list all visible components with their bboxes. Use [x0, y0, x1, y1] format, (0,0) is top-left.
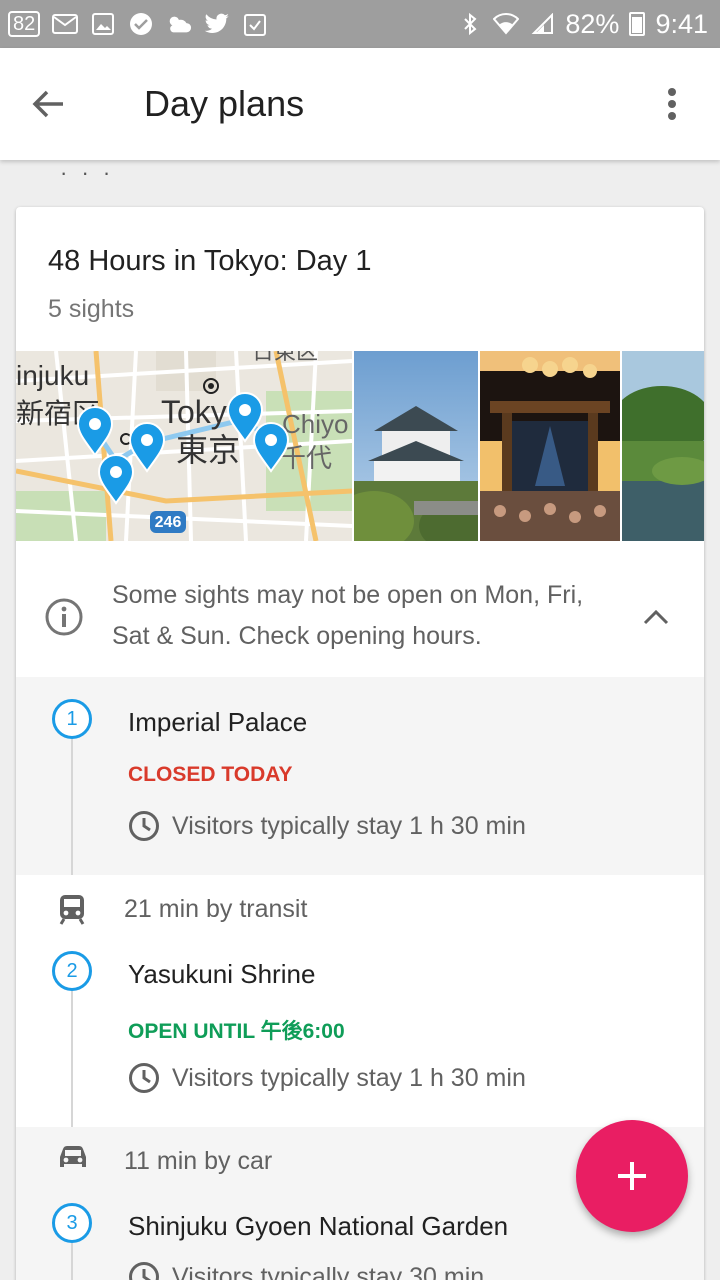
info-icon [44, 597, 84, 642]
image-icon [90, 13, 116, 35]
stop-status: CLOSED TODAY [128, 763, 293, 786]
stay-duration-text: Visitors typically stay 1 h 30 min [172, 1063, 526, 1092]
route-246-shield: 246 [155, 514, 182, 531]
stop-name: Imperial Palace [128, 707, 308, 737]
plus-icon [618, 1162, 646, 1190]
signal-icon [529, 13, 555, 35]
map-label-tokyo: Toky [161, 394, 227, 430]
map-graphic: injuku 新宿区 Toky 東京 Chiyo 千代 日東区 246 [16, 351, 352, 541]
photo-yasukuni-shrine[interactable] [480, 351, 620, 541]
transit-segment[interactable]: 21 min by transit [16, 875, 704, 945]
gmail-icon [52, 13, 79, 35]
arrow-back-icon [32, 90, 63, 118]
map-label-shinjuku: injuku [16, 360, 89, 391]
map-label-chiyoda-ja: 千代 [280, 444, 332, 474]
map-label-chiyoda: Chiyo [282, 409, 348, 439]
overflow-menu-button[interactable] [624, 48, 720, 160]
clock-icon [129, 1262, 159, 1280]
transit-text: 21 min by transit [124, 895, 308, 923]
back-button[interactable] [0, 48, 96, 160]
status-bar: 82 82% 9:41 [0, 0, 720, 48]
stop-status: OPEN UNTIL 午後6:00 [128, 1020, 345, 1043]
stop-name: Shinjuku Gyoen National Garden [128, 1211, 509, 1241]
stop-stay: Visitors typically stay 1 h 30 min [128, 1062, 526, 1094]
day-plan-title: 48 Hours in Tokyo: Day 1 [48, 245, 372, 277]
wifi-icon [493, 13, 520, 35]
photo-shinjuku-gyoen[interactable] [622, 351, 704, 541]
car-icon [58, 1145, 88, 1176]
check-circle-icon [128, 13, 154, 35]
photo-image [480, 351, 620, 541]
route-map[interactable]: injuku 新宿区 Toky 東京 Chiyo 千代 日東区 246 [16, 351, 352, 541]
map-label-tokyo-ja: 東京 [176, 431, 240, 469]
more-vert-icon [668, 88, 676, 120]
stay-duration-text: Visitors typically stay 1 h 30 min [172, 811, 526, 840]
stop-number-badge: 1 [52, 699, 92, 739]
sights-count: 5 sights [48, 295, 135, 323]
map-label-area-top: 日東区 [252, 351, 318, 365]
timeline-line [71, 1243, 73, 1280]
scrolled-content-peek: · · · [60, 160, 115, 185]
app-bar: Day plans [0, 48, 720, 160]
stay-duration-text: Visitors typically stay 30 min [172, 1262, 485, 1280]
stop-number-badge: 2 [52, 951, 92, 991]
twitter-icon [204, 13, 230, 35]
clock-icon [129, 811, 159, 841]
clock-time: 9:41 [655, 8, 708, 39]
add-sight-fab[interactable] [576, 1120, 688, 1232]
bluetooth-icon [457, 12, 483, 36]
train-icon [58, 893, 86, 930]
battery-icon [629, 12, 646, 36]
timeline-line [71, 739, 73, 875]
photo-image [622, 351, 704, 541]
notification-count: 82 [8, 11, 41, 37]
stop-number-badge: 3 [52, 1203, 92, 1243]
chevron-up-icon [643, 609, 669, 625]
clipboard-check-icon [242, 13, 268, 36]
transit-text: 11 min by car [124, 1147, 273, 1175]
page-title: Day plans [144, 83, 305, 124]
collapse-notice-button[interactable] [632, 593, 680, 641]
stop-item[interactable]: 2 Yasukuni Shrine OPEN UNTIL 午後6:00 Visi… [16, 945, 704, 1127]
notice-text: Some sights may not be open on Mon, Fri,… [112, 581, 584, 650]
weather-icon [166, 13, 192, 35]
opening-hours-notice: Some sights may not be open on Mon, Fri,… [16, 541, 704, 677]
media-strip: injuku 新宿区 Toky 東京 Chiyo 千代 日東区 246 [16, 351, 704, 541]
clock-icon [129, 1063, 159, 1093]
stop-name: Yasukuni Shrine [128, 959, 316, 989]
battery-percent: 82% [565, 8, 620, 39]
photo-image [354, 351, 478, 541]
stop-stay: Visitors typically stay 30 min [128, 1261, 484, 1280]
stop-item[interactable]: 1 Imperial Palace CLOSED TODAY Visitors … [16, 677, 704, 875]
photo-imperial-palace[interactable] [354, 351, 478, 541]
day-plan-card[interactable]: 48 Hours in Tokyo: Day 1 5 sights injuku… [16, 207, 704, 1280]
timeline-line [71, 991, 73, 1127]
stop-stay: Visitors typically stay 1 h 30 min [128, 810, 526, 842]
